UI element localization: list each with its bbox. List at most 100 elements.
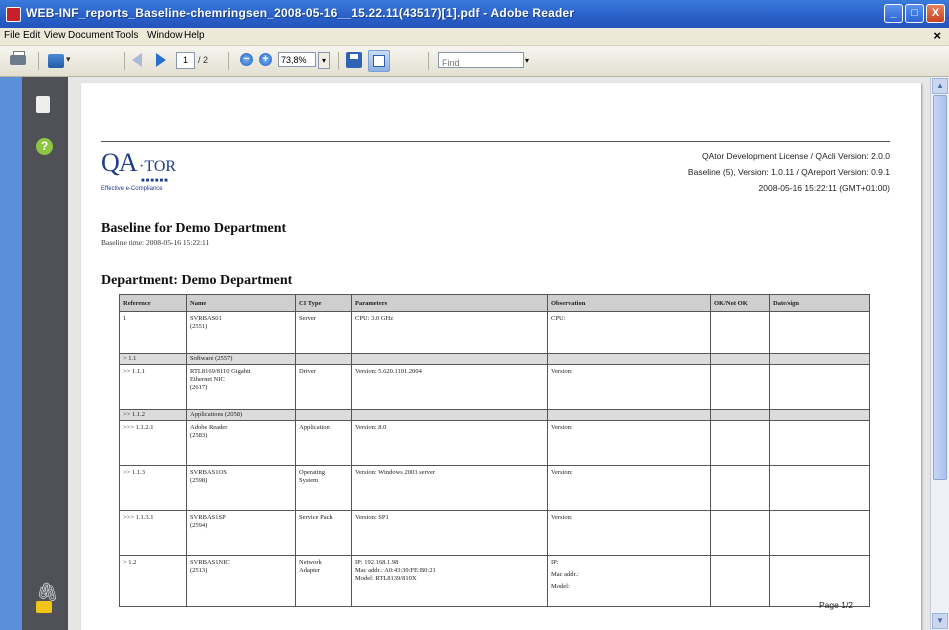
cell-name: RTL8169/8110 Gigabit Ethernet NIC (2617) xyxy=(186,364,296,410)
cell-date-sign[interactable] xyxy=(769,420,870,466)
cell-ci-type: Server xyxy=(295,311,352,354)
print-icon[interactable] xyxy=(8,51,28,71)
zoom-out-icon[interactable]: − xyxy=(240,53,253,66)
cell-line: Server xyxy=(299,315,316,322)
menu-file[interactable]: File xyxy=(4,30,20,41)
cell-line: SVRBAS01 xyxy=(190,315,222,322)
zoom-input[interactable]: 73,8% xyxy=(278,52,316,67)
cell-empty xyxy=(295,353,352,365)
menu-window[interactable]: Window xyxy=(147,30,183,41)
header-license: QAtor Development License / QAcli Versio… xyxy=(701,151,890,161)
page-footer: Page 1/2 xyxy=(819,600,854,610)
cell-reference: >> 1.1.2 xyxy=(119,409,187,421)
zoom-in-icon[interactable]: + xyxy=(259,53,272,66)
previous-page-icon[interactable] xyxy=(132,52,148,68)
cell-line: (2551) xyxy=(190,323,208,330)
scroll-down-icon[interactable]: ▼ xyxy=(932,613,948,629)
toolbar-separator xyxy=(428,52,429,70)
cell-line: Version: 8.0 xyxy=(355,424,387,431)
cell-ok-status[interactable] xyxy=(710,420,770,466)
snapshot-icon[interactable]: ▾ xyxy=(48,51,74,71)
cell-empty xyxy=(547,353,711,365)
navigation-sidebar: ? 🖇 xyxy=(22,77,68,630)
cell-observation: IP: Mac addr.: Model: xyxy=(547,555,711,607)
save-icon[interactable] xyxy=(346,52,362,68)
find-dropdown-icon[interactable]: ▾ xyxy=(525,56,529,65)
cell-ok-status[interactable] xyxy=(710,555,770,607)
column-header: Date/sign xyxy=(769,294,870,312)
cell-line: RTL8169/8110 Gigabit xyxy=(190,368,251,375)
pages-icon[interactable] xyxy=(32,93,50,113)
window-controls: _ □ X xyxy=(884,4,945,23)
scroll-thumb[interactable] xyxy=(933,95,947,480)
cell-date-sign[interactable] xyxy=(769,465,870,511)
find-box[interactable] xyxy=(438,52,525,70)
document-viewer[interactable]: QA ·TOR ■■■■■■ Effective e-Compliance QA… xyxy=(68,77,930,630)
comments-icon[interactable] xyxy=(36,601,52,613)
vertical-scrollbar[interactable]: ▲ ▼ xyxy=(930,77,949,630)
cell-line: System xyxy=(299,477,319,484)
cell-line: (2583) xyxy=(190,432,208,439)
cell-line: (2617) xyxy=(190,384,208,391)
cell-empty xyxy=(547,409,711,421)
cell-parameters: Version: 5.620.1101.2004 xyxy=(351,364,548,410)
table-header-row: Reference Name CI Type Parameters Observ… xyxy=(119,294,870,312)
help-icon[interactable]: ? xyxy=(36,138,53,155)
menu-edit[interactable]: Edit xyxy=(23,30,40,41)
column-header: Name xyxy=(186,294,296,312)
cell-date-sign[interactable] xyxy=(769,510,870,556)
cell-empty xyxy=(295,409,352,421)
cell-reference: >> 1.1.3 xyxy=(119,465,187,511)
menu-document[interactable]: Document xyxy=(68,30,114,41)
title-bar[interactable]: WEB-INF_reports_Baseline-chemringsen_200… xyxy=(0,0,949,28)
cell-line: Version: xyxy=(551,368,573,375)
cell-line: SVRBAS1NIC xyxy=(190,559,230,566)
paperclip-icon[interactable]: 🖇 xyxy=(36,582,59,602)
document-close-icon[interactable]: × xyxy=(933,28,941,43)
cell-name: SVRBAS1SP (2594) xyxy=(186,510,296,556)
minimize-button[interactable]: _ xyxy=(884,4,903,23)
cell-line: Version: SP1 xyxy=(355,514,389,521)
cell-ci-type: Operating System xyxy=(295,465,352,511)
cell-date-sign[interactable] xyxy=(769,364,870,410)
cell-reference: >> 1.1.1 xyxy=(119,364,187,410)
cell-observation: Version: xyxy=(547,420,711,466)
menu-view[interactable]: View xyxy=(44,30,66,41)
zoom-dropdown-icon[interactable]: ▾ xyxy=(318,52,330,69)
cell-empty xyxy=(351,353,548,365)
cell-date-sign[interactable] xyxy=(769,555,870,607)
cell-ok-status[interactable] xyxy=(710,311,770,354)
cell-line: SVRBAS1SP xyxy=(190,514,226,521)
menu-tools[interactable]: Tools xyxy=(115,30,138,41)
cell-empty xyxy=(769,353,870,365)
menu-help[interactable]: Help xyxy=(184,30,205,41)
cell-reference: > 1.2 xyxy=(119,555,187,607)
page-number-input[interactable]: 1 xyxy=(176,52,195,69)
next-page-icon[interactable] xyxy=(152,52,168,68)
cell-ok-status[interactable] xyxy=(710,465,770,511)
header-version: Baseline (5), Version: 1.0.11 / QAreport… xyxy=(687,167,890,177)
menu-bar: File Edit View Document Tools Window Hel… xyxy=(0,28,949,46)
table-row: >>> 1.1.2.1 Adobe Reader (2583) Application… xyxy=(119,420,870,466)
cell-ok-status[interactable] xyxy=(710,364,770,410)
cell-name: SVRBAS1NIC (2513) xyxy=(186,555,296,607)
toolbar: ▾ 1 / 2 − + 73,8% ▾ ▾ xyxy=(0,46,949,77)
cell-line: (2594) xyxy=(190,522,208,529)
fit-page-icon[interactable] xyxy=(368,50,390,72)
cell-line: CPU: 3.0 GHz xyxy=(355,315,394,322)
scroll-up-icon[interactable]: ▲ xyxy=(932,78,948,94)
cell-ok-status[interactable] xyxy=(710,510,770,556)
cell-name: SVRBAS1OS (2598) xyxy=(186,465,296,511)
find-input[interactable] xyxy=(439,56,525,70)
window-left-frame xyxy=(0,77,22,630)
cell-date-sign[interactable] xyxy=(769,311,870,354)
toolbar-separator xyxy=(228,52,229,70)
close-button[interactable]: X xyxy=(926,4,945,23)
cell-reference: >>> 1.1.2.1 xyxy=(119,420,187,466)
cell-line: Service Pack xyxy=(299,514,333,521)
cell-line: Adapter xyxy=(299,567,320,574)
column-header: Reference xyxy=(119,294,187,312)
cell-line: Mac addr.: A0:43:39:FE:B0:21 xyxy=(355,567,436,574)
cell-ci-type: Network Adapter xyxy=(295,555,352,607)
maximize-button[interactable]: □ xyxy=(905,4,924,23)
